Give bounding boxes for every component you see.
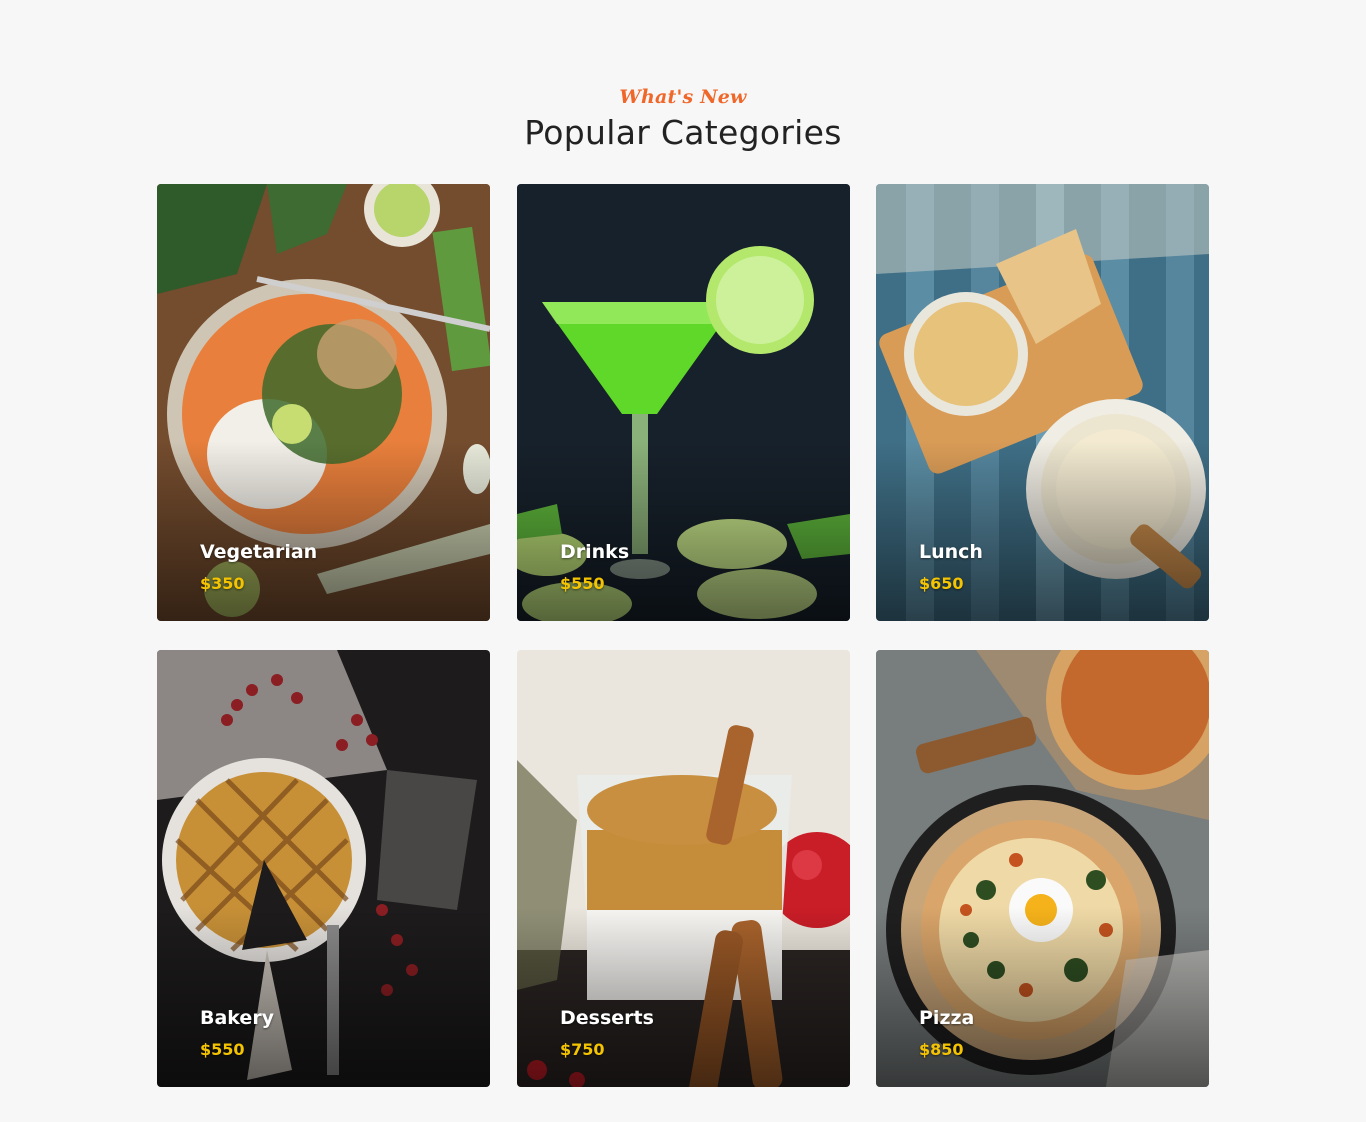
category-price: $550 — [560, 574, 605, 593]
section-eyebrow: What's New — [619, 86, 747, 108]
category-card-lunch[interactable]: Lunch $650 — [876, 184, 1209, 621]
category-price: $850 — [919, 1040, 964, 1059]
category-name: Drinks — [560, 541, 630, 563]
section-header: What's New Popular Categories — [0, 84, 1366, 154]
card-overlay — [876, 441, 1209, 621]
category-card-drinks[interactable]: Drinks $550 — [517, 184, 850, 621]
category-card-bakery[interactable]: Bakery $550 — [157, 650, 490, 1087]
card-overlay — [517, 907, 850, 1087]
category-price: $650 — [919, 574, 964, 593]
card-overlay — [157, 441, 490, 621]
category-card-pizza[interactable]: Pizza $850 — [876, 650, 1209, 1087]
category-name: Vegetarian — [200, 541, 318, 563]
category-name: Bakery — [200, 1007, 275, 1029]
category-name: Desserts — [560, 1007, 654, 1029]
card-overlay — [876, 907, 1209, 1087]
category-name: Lunch — [919, 541, 983, 563]
category-price: $350 — [200, 574, 245, 593]
category-price: $550 — [200, 1040, 245, 1059]
card-overlay — [517, 441, 850, 621]
card-overlay — [157, 907, 490, 1087]
category-price: $750 — [560, 1040, 605, 1059]
category-card-vegetarian[interactable]: Vegetarian $350 — [157, 184, 490, 621]
category-name: Pizza — [919, 1007, 975, 1029]
category-card-desserts[interactable]: Desserts $750 — [517, 650, 850, 1087]
section-title: Popular Categories — [524, 113, 842, 152]
